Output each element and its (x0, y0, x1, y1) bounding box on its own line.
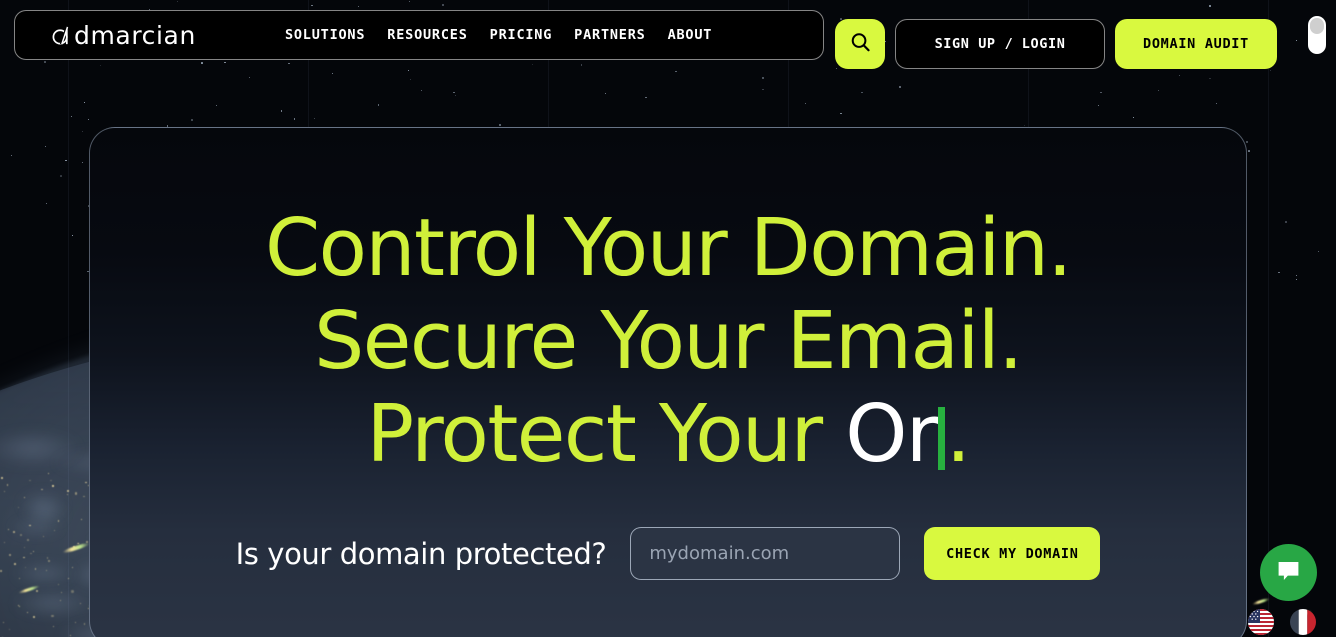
logo-text: dmarcian (74, 20, 196, 50)
domain-check-form: Is your domain protected? CHECK MY DOMAI… (90, 527, 1246, 580)
headline-line-1-text: Control Your Domain. (264, 202, 1073, 294)
language-switcher (1248, 609, 1316, 635)
hero-card: Control Your Domain. Secure Your Email. … (89, 127, 1247, 637)
hero-headline: Control Your Domain. Secure Your Email. … (90, 202, 1246, 481)
site-header: dmarcian SOLUTIONS RESOURCES PRICING PAR… (0, 10, 1336, 69)
navbar: dmarcian SOLUTIONS RESOURCES PRICING PAR… (14, 10, 824, 60)
chat-widget-button[interactable] (1260, 544, 1317, 601)
headline-line-3: Protect Your Or. (90, 388, 1246, 481)
auth-separator: / (1004, 36, 1013, 52)
nav-solutions[interactable]: SOLUTIONS (285, 27, 365, 43)
login-label[interactable]: LOGIN (1022, 36, 1066, 52)
flag-it-icon[interactable] (1290, 609, 1316, 635)
search-button[interactable] (835, 19, 885, 69)
page-root: dmarcian SOLUTIONS RESOURCES PRICING PAR… (0, 0, 1336, 637)
nav-links: SOLUTIONS RESOURCES PRICING PARTNERS ABO… (285, 27, 712, 43)
chat-bubble-icon (1275, 558, 1302, 588)
typing-cursor-icon (937, 407, 945, 470)
check-my-domain-button[interactable]: CHECK MY DOMAIN (924, 527, 1101, 580)
domain-check-label: Is your domain protected? (235, 536, 607, 571)
nav-partners[interactable]: PARTNERS (574, 27, 645, 43)
logo-mark-icon (51, 24, 74, 47)
headline-typing-word: Or (845, 388, 938, 480)
page-scrollbar-thumb[interactable] (1308, 16, 1326, 54)
domain-input[interactable] (630, 527, 901, 580)
flag-us-icon[interactable] (1248, 609, 1274, 635)
search-icon (849, 31, 872, 57)
domain-audit-button[interactable]: DOMAIN AUDIT (1115, 19, 1277, 69)
headline-line-3-period: . (945, 388, 971, 480)
headline-line-2-text: Secure Your Email. (314, 295, 1023, 387)
signup-label[interactable]: SIGN UP (935, 36, 996, 52)
logo[interactable]: dmarcian (51, 23, 196, 48)
signup-login-button[interactable]: SIGN UP / LOGIN (895, 19, 1105, 69)
nav-resources[interactable]: RESOURCES (387, 27, 467, 43)
nav-about[interactable]: ABOUT (668, 27, 713, 43)
nav-pricing[interactable]: PRICING (490, 27, 553, 43)
headline-line-3-static: Protect Your (366, 388, 846, 480)
headline-line-1: Control Your Domain. (90, 202, 1246, 295)
headline-line-2: Secure Your Email. (90, 295, 1246, 388)
